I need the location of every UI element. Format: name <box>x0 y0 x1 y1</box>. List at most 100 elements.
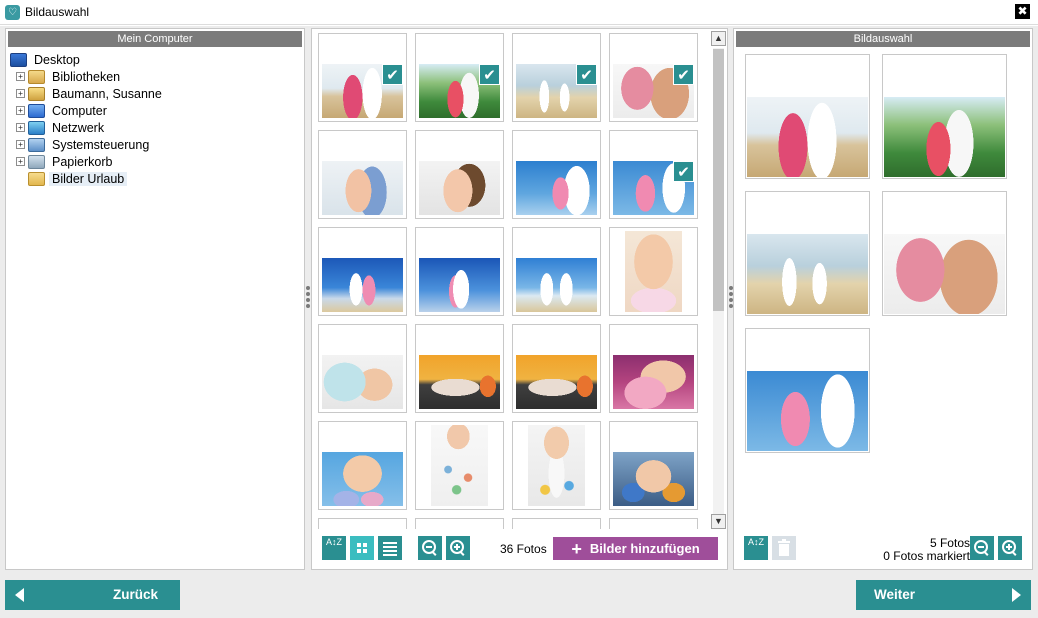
back-button[interactable]: Zurück <box>5 580 180 610</box>
desktop-icon <box>10 52 27 67</box>
selected-photo[interactable] <box>745 54 870 179</box>
selected-photo[interactable] <box>745 191 870 316</box>
selected-count: 5 Fotos <box>929 536 970 550</box>
photo-thumbnail[interactable] <box>415 421 504 510</box>
checkmark-icon[interactable]: ✔ <box>673 64 694 85</box>
scroll-up-button[interactable]: ▲ <box>711 31 726 46</box>
photo-browser-panel: ✔ ✔ ✔ ✔ ✔ ▲ ▼ A↕Z 36 Fotos + Bilder hinzufüge… <box>311 28 728 570</box>
expand-icon[interactable]: + <box>16 140 25 149</box>
photo-thumbnail[interactable]: ✔ <box>415 33 504 122</box>
selection-panel: Bildauswahl A↕Z 5 Fotos 0 Fotos markiert <box>733 28 1033 570</box>
photo-image <box>322 355 403 409</box>
photo-thumbnail[interactable] <box>512 421 601 510</box>
photo-count: 36 Fotos <box>500 542 547 556</box>
scroll-down-button[interactable]: ▼ <box>711 514 726 529</box>
tree-node[interactable]: + Bibliotheken <box>10 68 304 85</box>
selected-photo[interactable] <box>882 54 1007 179</box>
photo-thumbnail[interactable] <box>415 324 504 413</box>
selection-header: Bildauswahl <box>736 31 1030 47</box>
user-folder-icon <box>28 86 45 101</box>
scroll-thumb[interactable] <box>713 49 724 311</box>
photo-thumbnail[interactable] <box>512 324 601 413</box>
photo-image <box>747 371 868 451</box>
sort-az-icon[interactable]: A↕Z <box>744 536 768 560</box>
control-panel-icon <box>28 137 45 152</box>
photo-image <box>419 258 500 312</box>
photo-image <box>747 234 868 314</box>
photo-thumbnail[interactable] <box>415 130 504 219</box>
checkmark-icon[interactable]: ✔ <box>673 161 694 182</box>
photo-thumbnail[interactable] <box>318 421 407 510</box>
window-title: Bildauswahl <box>25 5 90 19</box>
tree-node[interactable]: + Baumann, Susanne <box>10 85 304 102</box>
expand-icon[interactable]: + <box>16 72 25 81</box>
expand-icon[interactable]: + <box>16 106 25 115</box>
trash-icon[interactable] <box>772 536 796 560</box>
photo-image <box>419 161 500 215</box>
photo-thumbnail[interactable] <box>512 518 601 529</box>
recycle-bin-icon <box>28 154 45 169</box>
tree-node[interactable]: + Netzwerk <box>10 119 304 136</box>
photo-thumbnail[interactable]: ✔ <box>609 33 698 122</box>
tree-node-label: Systemsteuerung <box>52 137 150 152</box>
folder-tree-panel: Mein Computer Desktop + Bibliotheken + Bauma… <box>5 28 305 570</box>
selected-photo[interactable] <box>882 191 1007 316</box>
zoom-out-icon[interactable] <box>418 536 442 560</box>
checkmark-icon[interactable]: ✔ <box>479 64 500 85</box>
expand-icon[interactable]: + <box>16 157 25 166</box>
selected-photo[interactable] <box>745 328 870 453</box>
back-button-label: Zurück <box>113 587 159 602</box>
tree-node[interactable]: Desktop <box>10 51 304 68</box>
folder-icon <box>28 171 45 186</box>
photo-thumbnail[interactable] <box>512 130 601 219</box>
photo-thumbnail[interactable] <box>609 324 698 413</box>
photo-thumbnail[interactable] <box>609 227 698 316</box>
photo-thumbnail[interactable] <box>609 421 698 510</box>
close-button[interactable]: ✖ <box>1015 4 1030 19</box>
photo-thumbnail[interactable] <box>318 518 407 529</box>
add-photos-label: Bilder hinzufügen <box>589 541 700 556</box>
photo-image <box>613 355 694 409</box>
photo-thumbnail[interactable] <box>318 227 407 316</box>
grid-view-icon[interactable] <box>350 536 374 560</box>
zoom-in-icon[interactable] <box>446 536 470 560</box>
tree-node[interactable]: + Computer <box>10 102 304 119</box>
photo-image <box>747 97 868 177</box>
expand-icon[interactable]: + <box>16 89 25 98</box>
photo-image <box>884 97 1005 177</box>
title-bar: ♡ Bildauswahl ✖ <box>0 0 1038 25</box>
tree-node-label: Computer <box>52 103 107 118</box>
photo-thumbnail[interactable] <box>512 227 601 316</box>
checkmark-icon[interactable]: ✔ <box>382 64 403 85</box>
next-button[interactable]: Weiter <box>856 580 1031 610</box>
photo-thumbnail[interactable] <box>318 130 407 219</box>
photo-image <box>516 258 597 312</box>
photo-thumbnail[interactable]: ✔ <box>609 130 698 219</box>
photo-grid-scrollbar[interactable]: ▲ ▼ <box>710 31 727 529</box>
sort-az-icon[interactable]: A↕Z <box>322 536 346 560</box>
photo-thumbnail[interactable]: ✔ <box>318 33 407 122</box>
zoom-in-icon[interactable] <box>998 536 1022 560</box>
expand-icon[interactable]: + <box>16 123 25 132</box>
tree-node-label: Papierkorb <box>52 154 113 169</box>
photo-thumbnail[interactable]: ✔ <box>512 33 601 122</box>
photo-thumbnail[interactable] <box>415 227 504 316</box>
left-splitter-handle[interactable] <box>306 286 310 310</box>
tree-node[interactable]: + Papierkorb <box>10 153 304 170</box>
photo-thumbnail[interactable] <box>609 518 698 529</box>
photo-thumbnail[interactable] <box>318 324 407 413</box>
photo-thumbnail[interactable] <box>415 518 504 529</box>
photo-image <box>431 425 488 506</box>
arrow-left-icon <box>15 588 24 602</box>
photo-image <box>322 258 403 312</box>
photo-image <box>419 355 500 409</box>
tree-node[interactable]: Bilder Urlaub <box>10 170 304 187</box>
tree-node[interactable]: + Systemsteuerung <box>10 136 304 153</box>
add-photos-button[interactable]: + Bilder hinzufügen <box>553 537 718 560</box>
photo-image <box>884 234 1005 314</box>
folder-tree: Desktop + Bibliotheken + Baumann, Susanne + Co… <box>6 47 304 187</box>
zoom-out-icon[interactable] <box>970 536 994 560</box>
checkmark-icon[interactable]: ✔ <box>576 64 597 85</box>
folder-tree-header: Mein Computer <box>8 31 302 47</box>
list-view-icon[interactable] <box>378 536 402 560</box>
